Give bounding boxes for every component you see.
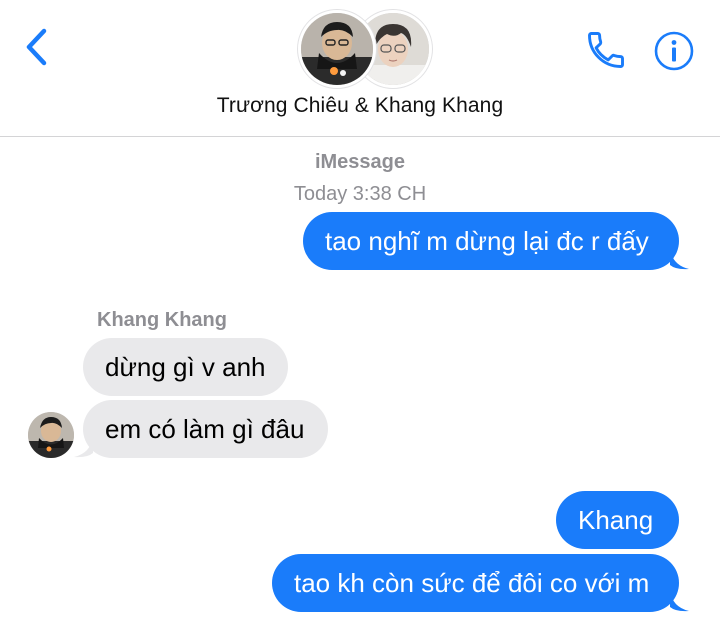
sender-name: Khang Khang (97, 309, 227, 331)
conversation-title[interactable]: Trương Chiêu & Khang Khang (0, 94, 720, 118)
service-label: iMessage (314, 151, 406, 173)
avatar (298, 10, 376, 88)
info-button[interactable] (653, 30, 695, 72)
bubble-tail (74, 436, 93, 458)
sender-avatar[interactable] (28, 412, 74, 458)
incoming-message[interactable]: em có làm gì đâu (83, 400, 328, 458)
message-timestamp: Today 3:38 CH (293, 183, 427, 205)
bubble-tail (670, 248, 689, 270)
incoming-message[interactable]: dừng gì v anh (83, 338, 288, 396)
info-icon (654, 31, 694, 71)
back-button[interactable] (20, 26, 54, 68)
chevron-left-icon (26, 28, 47, 66)
outgoing-message[interactable]: tao nghĩ m dừng lại đc r đấy (303, 212, 679, 270)
group-avatars[interactable] (296, 6, 432, 88)
call-button[interactable] (584, 28, 628, 72)
conversation-header: Trương Chiêu & Khang Khang (0, 0, 720, 137)
phone-icon (588, 32, 624, 68)
bubble-tail (670, 590, 689, 612)
outgoing-message[interactable]: Khang (556, 491, 679, 549)
outgoing-message[interactable]: tao kh còn sức để đôi co với m (272, 554, 679, 612)
